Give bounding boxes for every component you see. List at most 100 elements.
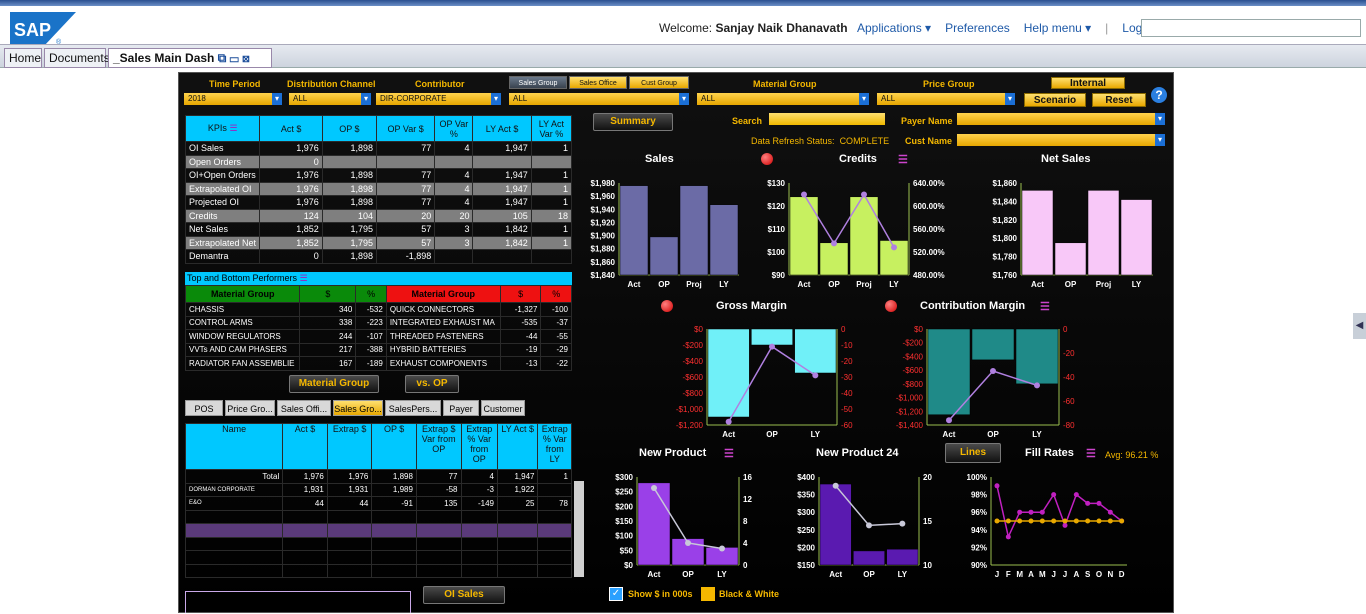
y2-tick-label: 0 [1063, 325, 1068, 334]
trend-point [651, 485, 657, 491]
global-search-input[interactable] [1141, 19, 1361, 37]
x-tick-label: O [1096, 570, 1102, 579]
sap-logo[interactable]: SAP ® [10, 12, 76, 46]
bar [853, 550, 885, 566]
black-white-checkbox[interactable] [701, 587, 715, 601]
trend-point [832, 482, 839, 489]
show-000s-checkbox[interactable]: ✓ [609, 587, 623, 601]
black-white-label: Black & White [719, 589, 780, 599]
fill-rate-point [1096, 500, 1102, 506]
top-links: Applications ▾ Preferences Help menu ▾ |… [850, 21, 1166, 35]
fill-rate-point [1107, 518, 1113, 524]
fill-rate-point [1028, 509, 1034, 515]
trend-point [946, 417, 952, 424]
x-tick-label: OP [863, 570, 875, 579]
trend-point [719, 545, 725, 552]
y2-tick-label: 8 [743, 517, 748, 526]
applications-link[interactable]: Applications ▾ [850, 21, 938, 35]
y-tick-label: $0 [694, 325, 703, 334]
fill-rate-point [994, 518, 1000, 524]
x-tick-label: Proj [856, 280, 872, 289]
y2-tick-label: 560.00% [913, 225, 945, 234]
x-tick-label: A [1028, 570, 1034, 579]
tab-home[interactable]: Home [4, 48, 42, 68]
top-stripe [0, 0, 1366, 6]
x-tick-label: LY [1132, 280, 1142, 289]
y-tick-label: $150 [797, 561, 815, 570]
tab-sales-main-dash[interactable]: _Sales Main Dash ⧉ ▭ ⊠ [108, 48, 272, 68]
y-tick-label: $150 [615, 517, 633, 526]
y-tick-label: 92% [971, 543, 987, 552]
x-tick-label: LY [719, 280, 729, 289]
bar [1120, 199, 1153, 276]
bar [649, 236, 679, 276]
x-tick-label: LY [898, 570, 908, 579]
x-tick-label: Act [798, 280, 811, 289]
trend-point [812, 372, 819, 379]
x-tick-label: D [1119, 570, 1125, 579]
y-tick-label: $200 [615, 502, 633, 511]
y-tick-label: $1,780 [993, 253, 1018, 262]
trend-point [1034, 382, 1040, 389]
x-tick-label: Act [722, 430, 735, 439]
pin-icon[interactable]: ▭ [230, 51, 239, 65]
y-tick-label: 94% [971, 526, 987, 535]
close-icon[interactable]: ⊠ [242, 51, 250, 65]
y-tick-label: $0 [914, 325, 923, 334]
help-menu-link[interactable]: Help menu ▾ [1017, 21, 1098, 35]
bar [1054, 242, 1087, 276]
y2-tick-label: 600.00% [913, 202, 945, 211]
x-tick-label: J [1051, 570, 1055, 579]
y-tick-label: 98% [971, 491, 987, 500]
y-tick-label: 90% [971, 561, 987, 570]
y-tick-label: $250 [615, 488, 633, 497]
side-collapse-handle[interactable]: ◀ [1353, 313, 1366, 339]
fill-rate-point [1017, 518, 1023, 524]
fill-rate-point [1005, 518, 1011, 524]
y-tick-label: $300 [615, 473, 633, 482]
y-tick-label: -$800 [903, 380, 924, 389]
x-tick-label: Act [648, 570, 661, 579]
x-tick-label: M [1039, 570, 1046, 579]
fill-rate-point [1085, 500, 1091, 506]
bar [619, 185, 649, 276]
y-tick-label: -$600 [903, 366, 924, 375]
x-tick-label: S [1085, 570, 1091, 579]
y-tick-label: 100% [967, 473, 987, 482]
y-tick-label: $1,840 [993, 197, 1018, 206]
popout-icon[interactable]: ⧉ [218, 51, 227, 65]
preferences-link[interactable]: Preferences [938, 21, 1017, 35]
y2-tick-label: 10 [923, 561, 932, 570]
y-tick-label: -$1,400 [896, 421, 924, 430]
x-tick-label: LY [811, 430, 821, 439]
fill-rate-point [1051, 518, 1057, 524]
trend-point [769, 343, 775, 350]
trend-point [685, 540, 691, 546]
trend-point [801, 191, 807, 198]
y2-tick-label: -40 [841, 389, 853, 398]
y2-tick-label: 0 [841, 325, 846, 334]
trend-point [861, 191, 867, 198]
fill-rate-point [1039, 509, 1045, 515]
bar [927, 328, 971, 415]
fill-rate-point [1062, 518, 1068, 524]
y2-tick-label: 12 [743, 495, 752, 504]
y-tick-label: $50 [620, 546, 634, 555]
y-tick-label: $100 [615, 532, 633, 541]
y-tick-label: -$400 [683, 357, 704, 366]
y-tick-label: 96% [971, 508, 987, 517]
y2-tick-label: -20 [1063, 349, 1075, 358]
y-tick-label: $1,900 [591, 232, 616, 241]
y-tick-label: $0 [624, 561, 633, 570]
y-tick-label: $100 [767, 248, 785, 257]
y2-tick-label: 520.00% [913, 248, 945, 257]
y-tick-label: $1,920 [591, 218, 616, 227]
x-tick-label: Act [829, 570, 842, 579]
y-tick-label: $350 [797, 491, 815, 500]
y-tick-label: $250 [797, 526, 815, 535]
y-tick-label: -$200 [903, 339, 924, 348]
x-tick-label: Act [628, 280, 641, 289]
y2-tick-label: -20 [841, 357, 853, 366]
tab-documents[interactable]: Documents [44, 48, 110, 68]
bar [819, 483, 852, 566]
